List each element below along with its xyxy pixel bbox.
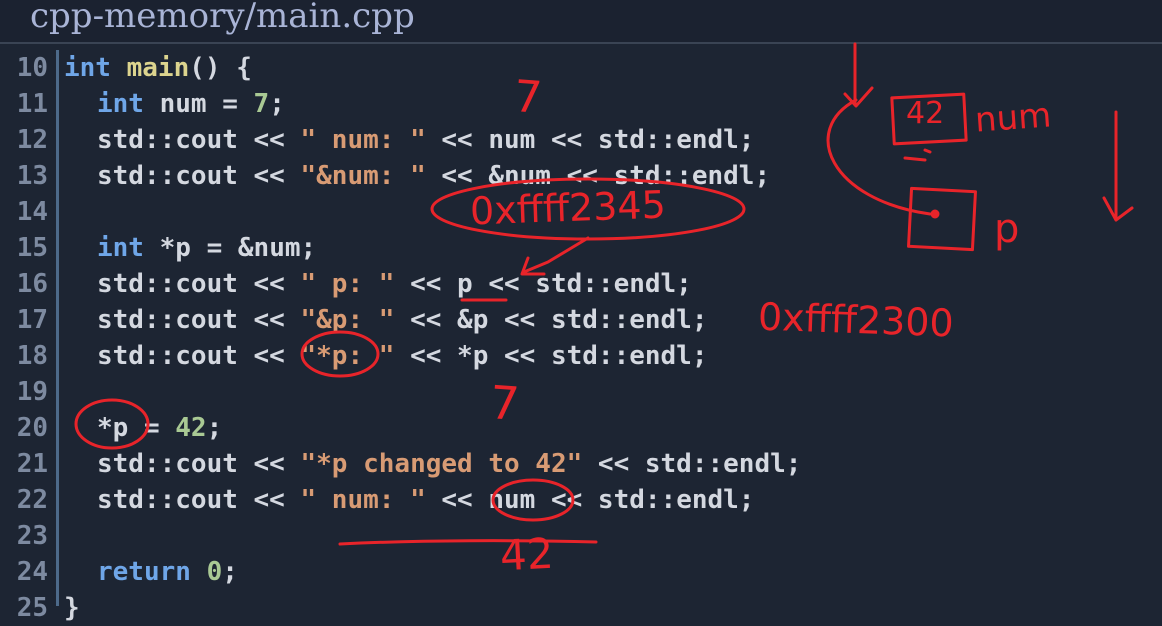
- code-text[interactable]: *p = 42;: [97, 410, 222, 446]
- code-text[interactable]: }: [64, 590, 80, 626]
- annotation-num-label: num: [973, 95, 1053, 141]
- code-token: num =: [143, 89, 254, 119]
- code-token: "*p changed to 42": [300, 449, 583, 479]
- annotation-7-top: 7: [512, 71, 544, 124]
- code-token: *p =: [97, 413, 176, 443]
- code-token: *p = &num;: [143, 233, 317, 263]
- line-number: 12: [16, 125, 48, 155]
- code-token: int: [97, 89, 144, 119]
- annotation-7-deref: 7: [488, 375, 522, 431]
- line-number: 15: [16, 233, 48, 263]
- code-text[interactable]: int *p = &num;: [97, 230, 316, 266]
- code-token: "&num: ": [300, 161, 426, 191]
- line-number: 11: [16, 89, 48, 119]
- annotation-num-address: 0xffff2345: [469, 182, 667, 234]
- code-token: << &p << std::endl;: [394, 305, 708, 335]
- code-token: " num: ": [300, 125, 426, 155]
- code-token: main: [126, 53, 190, 83]
- code-text[interactable]: int main() {: [64, 50, 252, 86]
- code-token: 7: [253, 89, 270, 119]
- code-line[interactable]: 16 std::cout << " p: " << p << std::endl;: [0, 266, 1162, 302]
- code-token: 42: [175, 413, 207, 443]
- code-token: int: [64, 53, 111, 83]
- code-token: " p: ": [300, 269, 395, 299]
- annotation-box-42: 42: [906, 96, 945, 131]
- code-line[interactable]: 25}: [0, 590, 1162, 626]
- code-token: std::cout <<: [97, 341, 301, 371]
- code-token: std::cout <<: [97, 449, 301, 479]
- code-text[interactable]: std::cout << " num: " << num << std::end…: [97, 482, 754, 518]
- code-token: "*p: ": [300, 341, 395, 371]
- code-token: std::cout <<: [97, 161, 301, 191]
- code-token: ;: [269, 89, 285, 119]
- code-text[interactable]: std::cout << "*p changed to 42" << std::…: [97, 446, 801, 482]
- code-line[interactable]: 18 std::cout << "*p: " << *p << std::endl…: [0, 338, 1162, 374]
- line-number: 20: [16, 413, 48, 443]
- code-token: }: [64, 593, 80, 623]
- code-token: std::cout <<: [97, 125, 301, 155]
- code-text[interactable]: std::cout << "&p: " << &p << std::endl;: [97, 302, 708, 338]
- code-text[interactable]: std::cout << " num: " << num << std::end…: [97, 122, 754, 158]
- editor-title-bar: cpp-memory/main.cpp: [0, 0, 1162, 44]
- code-token: std::cout <<: [97, 269, 301, 299]
- code-text[interactable]: std::cout << "&num: " << &num << std::en…: [97, 158, 770, 194]
- code-token: << std::endl;: [582, 449, 802, 479]
- code-token: () {: [189, 53, 252, 83]
- code-line[interactable]: 10 int main() {: [0, 50, 1162, 86]
- line-number: 16: [16, 269, 48, 299]
- file-path-title: cpp-memory/main.cpp: [30, 0, 415, 36]
- line-number: 18: [16, 341, 48, 371]
- annotation-42-changed: 42: [498, 528, 555, 581]
- annotation-p-label: p: [994, 206, 1020, 252]
- code-text[interactable]: int num = 7;: [97, 86, 285, 122]
- line-number: 22: [16, 485, 48, 515]
- line-number: 21: [16, 449, 48, 479]
- code-line[interactable]: 22 std::cout << " num: " << num << std::e…: [0, 482, 1162, 518]
- code-line[interactable]: 23: [0, 518, 1162, 554]
- code-token: std::cout <<: [97, 485, 301, 515]
- code-line[interactable]: 21 std::cout << "*p changed to 42" << std…: [0, 446, 1162, 482]
- line-number: 24: [16, 557, 48, 587]
- line-number: 10: [16, 53, 48, 83]
- code-line[interactable]: 19: [0, 374, 1162, 410]
- line-number: 23: [16, 521, 48, 551]
- code-token: << num << std::endl;: [425, 125, 755, 155]
- code-token: std::cout <<: [97, 305, 301, 335]
- code-token: 0: [206, 557, 223, 587]
- code-token: ;: [206, 413, 223, 443]
- line-number: 14: [16, 197, 48, 227]
- code-token: int: [97, 233, 144, 263]
- code-token: " num: ": [300, 485, 426, 515]
- code-line[interactable]: 17 std::cout << "&p: " << &p << std::endl…: [0, 302, 1162, 338]
- code-token: "&p: ": [300, 305, 395, 335]
- code-text[interactable]: std::cout << "*p: " << *p << std::endl;: [97, 338, 708, 374]
- code-line[interactable]: 20 *p = 42;: [0, 410, 1162, 446]
- code-text[interactable]: std::cout << " p: " << p << std::endl;: [97, 266, 692, 302]
- line-number: 13: [16, 161, 48, 191]
- annotation-p-address: 0xffff2300: [757, 294, 955, 346]
- line-number: 25: [16, 593, 48, 623]
- code-token: << num << std::endl;: [425, 485, 755, 515]
- code-line[interactable]: 24 return 0;: [0, 554, 1162, 590]
- line-number: 19: [16, 377, 48, 407]
- code-line[interactable]: 15 int *p = &num;: [0, 230, 1162, 266]
- code-token: ;: [222, 557, 238, 587]
- code-token: << *p << std::endl;: [394, 341, 708, 371]
- code-text[interactable]: return 0;: [97, 554, 238, 590]
- code-token: << p << std::endl;: [394, 269, 692, 299]
- line-number: 17: [16, 305, 48, 335]
- code-token: return: [97, 557, 191, 587]
